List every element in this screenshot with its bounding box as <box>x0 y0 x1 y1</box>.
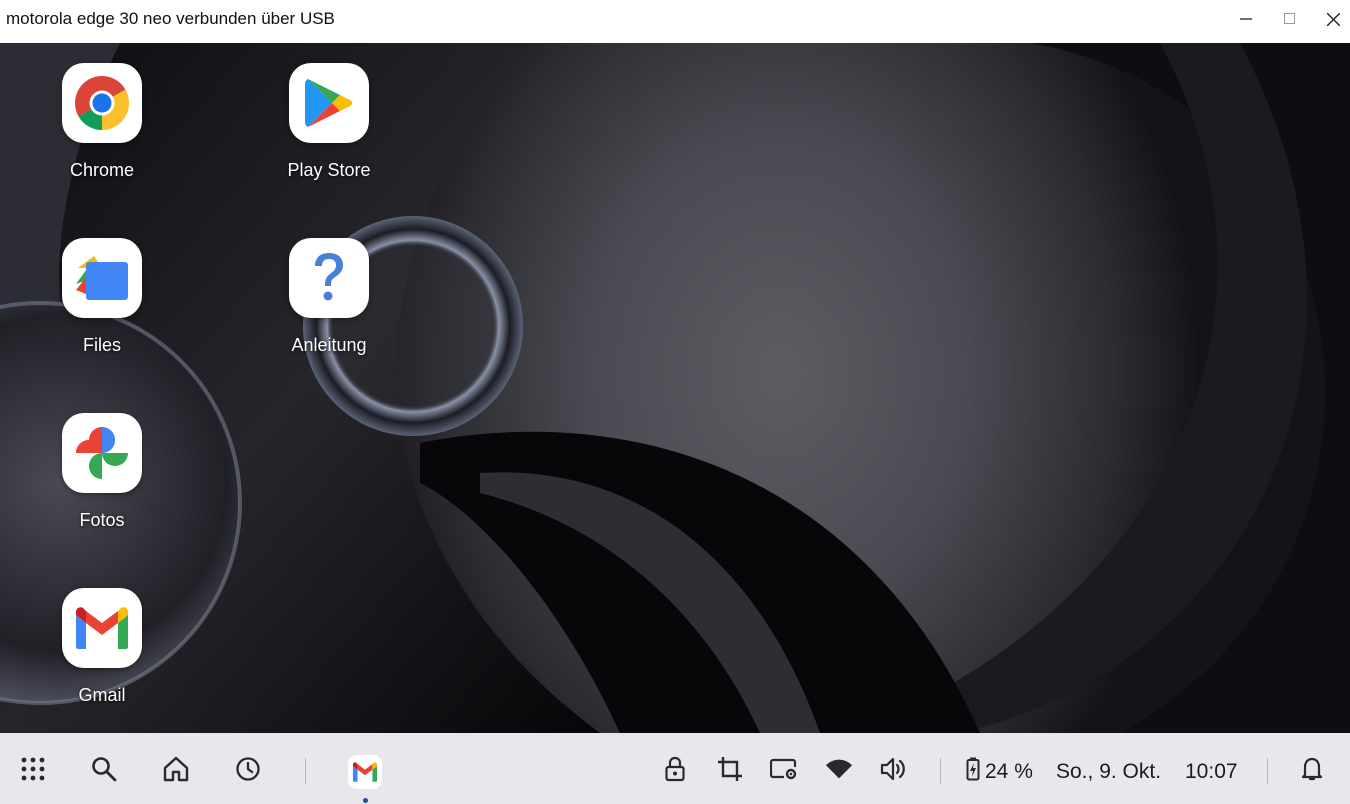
app-gmail[interactable]: Gmail <box>32 588 172 706</box>
chrome-icon <box>74 75 130 130</box>
search-icon <box>92 757 117 782</box>
screen-settings-button[interactable] <box>770 755 798 783</box>
app-fotos[interactable]: Fotos <box>32 413 172 531</box>
app-drawer-icon <box>21 757 45 781</box>
maximize-icon <box>1284 13 1295 24</box>
app-label: Play Store <box>287 160 371 180</box>
minimize-icon <box>1240 18 1252 20</box>
app-label: Anleitung <box>291 335 367 355</box>
wifi-button[interactable] <box>825 755 853 783</box>
app-anleitung[interactable]: Anleitung <box>259 238 399 356</box>
battery-indicator <box>963 755 983 783</box>
home-button[interactable] <box>162 755 190 783</box>
search-button[interactable] <box>90 755 118 783</box>
running-indicator <box>363 798 368 803</box>
minimize-button[interactable] <box>1223 0 1269 38</box>
maximize-button[interactable] <box>1267 0 1313 38</box>
notifications-button[interactable] <box>1298 755 1326 783</box>
gmail-icon <box>352 762 378 782</box>
files-icon <box>76 256 128 300</box>
app-label: Files <box>82 335 121 355</box>
taskbar-divider <box>305 758 306 784</box>
crop-icon <box>718 757 742 781</box>
window-titlebar: motorola edge 30 neo verbunden über USB <box>0 0 1350 43</box>
app-drawer-button[interactable] <box>19 755 47 783</box>
battery-charging-icon <box>966 757 980 781</box>
window-title: motorola edge 30 neo verbunden über USB <box>6 9 335 28</box>
wallpaper <box>0 43 1350 733</box>
recents-button[interactable] <box>234 755 262 783</box>
crop-button[interactable] <box>716 755 744 783</box>
close-button[interactable] <box>1310 0 1350 38</box>
help-icon <box>315 253 343 301</box>
app-label: Fotos <box>79 510 125 530</box>
photos-icon <box>76 427 128 479</box>
date-label: So., 9. Okt. <box>1056 760 1162 783</box>
taskbar-app-gmail[interactable] <box>348 755 382 789</box>
battery-percentage: 24 % <box>985 760 1033 783</box>
play-store-icon <box>305 79 353 127</box>
screen-settings-icon <box>770 758 797 780</box>
wifi-icon <box>825 759 853 779</box>
close-icon <box>1326 12 1340 26</box>
volume-icon <box>880 757 905 781</box>
home-screen: Chrome Play Store Files Anleitung Fotos … <box>0 43 1350 733</box>
lock-button[interactable] <box>661 755 689 783</box>
lock-icon <box>665 756 685 782</box>
home-icon <box>163 756 189 782</box>
taskbar: 24 % So., 9. Okt. 10:07 <box>0 733 1350 804</box>
taskbar-divider <box>940 758 941 784</box>
app-label: Chrome <box>69 160 135 180</box>
volume-button[interactable] <box>880 755 908 783</box>
app-files[interactable]: Files <box>32 238 172 356</box>
taskbar-divider <box>1267 758 1268 784</box>
recents-icon <box>236 757 260 781</box>
app-chrome[interactable]: Chrome <box>32 63 172 181</box>
app-play-store[interactable]: Play Store <box>259 63 399 181</box>
app-label: Gmail <box>78 685 126 705</box>
clock-label: 10:07 <box>1185 760 1238 783</box>
bell-icon <box>1301 757 1323 781</box>
gmail-icon <box>76 607 128 649</box>
